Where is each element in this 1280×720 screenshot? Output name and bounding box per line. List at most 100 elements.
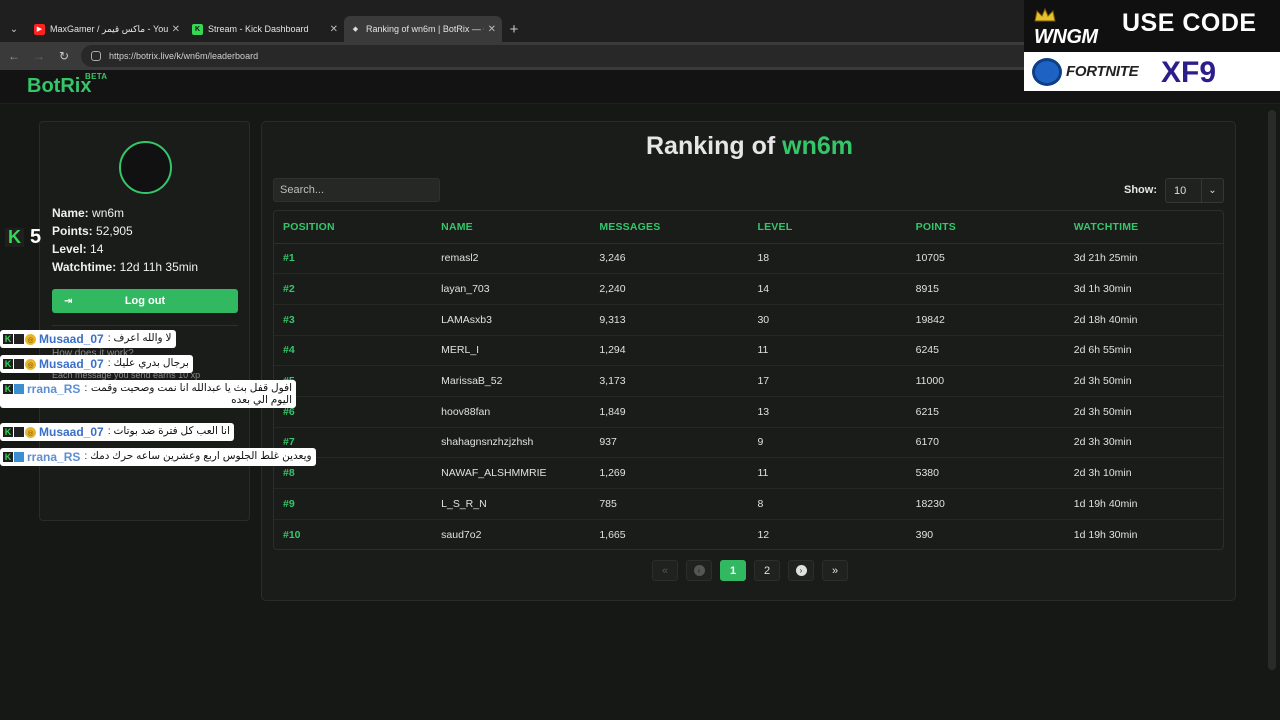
back-arrow-icon[interactable]: ← [3,49,25,63]
prev-page-button[interactable]: ‹ [686,560,712,581]
table-header-row: POSITION NAME MESSAGES LEVEL POINTS WATC… [274,211,1223,244]
level-cell: 8 [748,488,907,520]
points-cell: 8915 [906,273,1065,305]
forward-arrow-icon[interactable]: → [28,49,50,63]
name-cell: MarissaB_52 [432,365,591,397]
page-2-button[interactable]: 2 [754,560,780,581]
botrix-icon: ◆ [352,26,359,33]
level-cell: 11 [748,335,907,367]
column-header[interactable]: POINTS [906,211,1065,244]
chat-username: Musaad_07 [39,332,104,346]
tab-botrix[interactable]: ◆ Ranking of wn6m | BotRix — Clou ✕ [344,16,502,42]
site-info-icon[interactable] [91,51,101,61]
next-page-button[interactable]: › [788,560,814,581]
new-tab-plus-icon[interactable]: + [502,16,526,42]
chat-username: Musaad_07 [39,357,104,371]
messages-cell: 9,313 [590,304,749,336]
fortnite-logo: FORTNITE [1066,63,1139,80]
viewer-count: 5 [30,226,42,248]
messages-cell: 1,849 [590,396,749,428]
first-page-button[interactable]: « [652,560,678,581]
brand-name: BotRix [27,75,92,97]
avatar [119,141,172,194]
column-header[interactable]: MESSAGES [590,211,749,244]
chevron-right-icon: › [795,565,807,576]
search-input[interactable] [273,178,440,202]
promo-lower-panel: FORTNITE XF9 [1024,52,1280,91]
position-cell: #3 [274,304,433,336]
points-cell: 10705 [906,243,1065,275]
close-icon[interactable]: ✕ [488,24,496,35]
url-field[interactable]: https://botrix.live/k/wn6m/leaderboard [81,45,1071,67]
points-cell: 19842 [906,304,1065,336]
use-code-text: USE CODE [1122,9,1257,37]
chat-username: rrana_RS [27,382,81,396]
close-icon[interactable]: ✕ [330,24,338,35]
watchtime-cell: 3d 1h 30min [1064,273,1223,305]
position-cell: #4 [274,335,433,367]
chat-message: K ◎ Musaad_07 : برجال بدري عليك [0,355,193,373]
column-header[interactable]: WATCHTIME [1064,211,1223,244]
name-cell: L_S_R_N [432,488,591,520]
page-number: 2 [763,564,771,577]
double-chevron-left-icon: « [661,564,669,577]
chat-text: انا العب كل فترة ضد بوتات [113,425,230,437]
chat-text: ويعدين غلط الجلوس اربع وعشرين ساعه حرك د… [90,450,312,462]
watchtime-cell: 1d 19h 30min [1073,528,1138,541]
chat-text: برجال بدري عليك [113,357,189,369]
kick-icon: K [3,452,13,462]
column-header[interactable]: NAME [432,211,591,244]
name-cell: remasl2 [432,243,591,275]
name-cell: saud7o2 [441,528,482,541]
leaderboard-table: POSITION NAME MESSAGES LEVEL POINTS WATC… [273,210,1224,550]
chat-separator: : [107,425,111,437]
watchtime-label: Watchtime: [52,260,117,274]
level-value: 14 [90,242,104,256]
tab-search-chevron-icon[interactable]: ⌄ [0,16,28,42]
logout-button[interactable]: ⇥ Log out [52,289,238,313]
name-cell: layan_703 [432,273,591,305]
reload-icon[interactable]: ↻ [53,49,75,63]
column-header[interactable]: POSITION [274,211,433,244]
badge-icon [14,384,24,394]
messages-cell: 2,240 [590,273,749,305]
chat-text: افول قفل بث يا عبدالله انا نمت وصحيت وقم… [90,382,292,406]
messages-cell: 1,269 [590,457,749,489]
profile-info: Name: wn6m Points: 52,905 Level: 14 Watc… [52,204,198,276]
chat-separator: : [107,357,111,369]
table-row: #3 LAMAsxb3 9,313 30 19842 2d 18h 40min [274,304,1223,336]
close-icon[interactable]: ✕ [172,24,180,35]
page-scrollbar[interactable] [1268,110,1276,670]
brand-logo[interactable]: BotRix BETA [27,72,107,98]
name-cell: NAWAF_ALSHMMRIE [432,457,591,489]
table-row: #8 NAWAF_ALSHMMRIE 1,269 11 5380 2d 3h 10min [274,457,1223,489]
name-cell: hoov88fan [432,396,591,428]
tab-title: MaxGamer / ماكس قيمر - YouTube [50,23,168,34]
watchtime-cell: 2d 3h 30min [1064,427,1223,459]
table-row: #9 L_S_R_N 785 8 18230 1d 19h 40min [274,488,1223,520]
badge-icon [14,359,24,369]
table-row: #7 shahagnsnzhzjzhsh 937 9 6170 2d 3h 30min [274,427,1223,459]
table-row: #4 MERL_I 1,294 11 6245 2d 6h 55min [274,335,1223,367]
points-cell: 6170 [906,427,1065,459]
coin-icon: ◎ [25,334,36,345]
page-1-button[interactable]: 1 [720,560,746,581]
tab-youtube[interactable]: ▶ MaxGamer / ماكس قيمر - YouTube ✕ [28,16,186,42]
watchtime-cell: 3d 21h 25min [1064,243,1223,275]
page-title: Ranking of wn6m [262,132,1237,161]
points-cell: 5380 [906,457,1065,489]
chat-badges: K ◎ [3,427,36,438]
page-size-select[interactable]: 10 ⌄ [1165,178,1224,203]
messages-cell: 3,246 [590,243,749,275]
badge-icon [14,334,24,344]
level-label: Level: [52,242,87,256]
tab-kick-dashboard[interactable]: K Stream - Kick Dashboard ✕ [186,16,344,42]
level-cell: 14 [748,273,907,305]
last-page-button[interactable]: » [822,560,848,581]
column-header[interactable]: LEVEL [748,211,907,244]
chat-message: K rrana_RS : ويعدين غلط الجلوس اربع وعشر… [0,448,316,466]
level-cell: 13 [748,396,907,428]
points-cell: 11000 [906,365,1065,397]
messages-cell: 937 [590,427,749,459]
chevron-left-icon: ‹ [693,565,705,576]
